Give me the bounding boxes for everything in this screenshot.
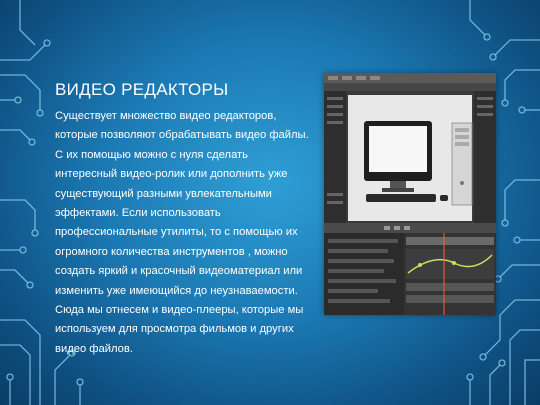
body-line: создать яркий и красочный видеоматериал … — [55, 265, 303, 278]
body-line: С их помощью можно с нуля сделать — [55, 148, 248, 161]
slide-title: ВИДЕО РЕДАКТОРЫ — [55, 80, 229, 99]
slide-body-text: Существует множество видео редакторов, к… — [55, 107, 317, 359]
body-line: используем для просмотра фильмов и други… — [55, 323, 294, 336]
body-line: эффектами. Если использовать — [55, 207, 221, 220]
body-line: видео файлов. — [55, 342, 133, 355]
body-line: профессиональные утилиты, то с помощью и… — [55, 226, 298, 239]
body-line: интересный видео-ролик или дополнить уже — [55, 168, 288, 181]
body-line: Существует множество видео редакторов, — [55, 110, 277, 122]
video-editor-image — [324, 73, 496, 315]
body-line: Сюда мы отнесем и видео-плееры, которые … — [55, 304, 304, 317]
video-editor-screenshot — [324, 73, 496, 315]
body-line: существующий разными увлекательными — [55, 187, 272, 200]
body-line: изменить уже имеющийся до неузнаваемости… — [55, 284, 298, 297]
body-line: которые позволяют обрабатывать видео фай… — [55, 129, 309, 142]
body-line: огромного количества инструментов , можн… — [55, 245, 288, 258]
